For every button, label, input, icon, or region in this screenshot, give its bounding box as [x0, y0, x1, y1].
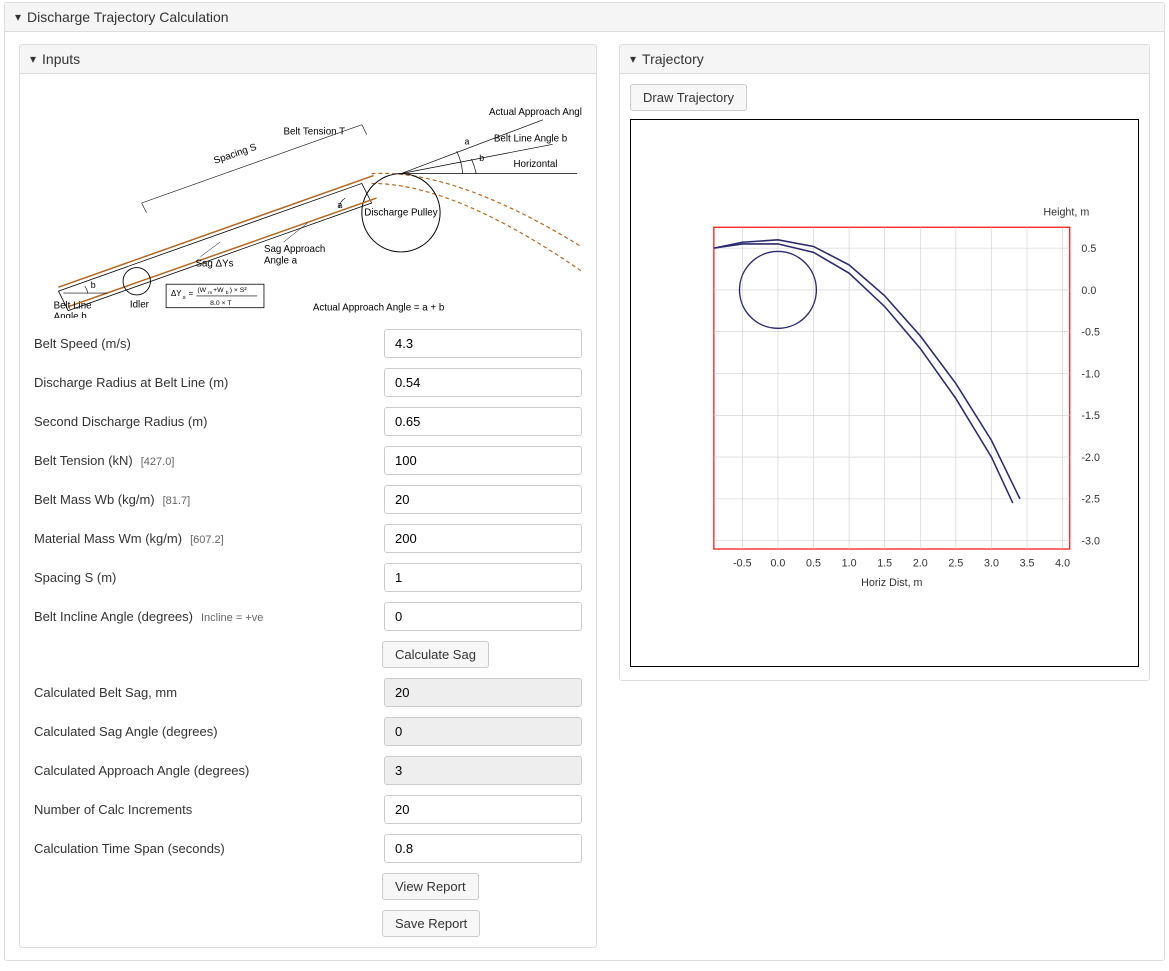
incline-angle-hint: Incline = +ve — [201, 612, 263, 624]
svg-text:(W: (W — [197, 287, 206, 294]
svg-text:Horiz Dist, m: Horiz Dist, m — [861, 577, 922, 589]
svg-text:0.0: 0.0 — [1081, 285, 1096, 297]
calc-sag-angle-output — [384, 717, 582, 746]
discharge-pulley-label: Discharge Pulley — [364, 208, 437, 219]
time-span-label: Calculation Time Span (seconds) — [34, 841, 225, 856]
svg-text:-1.5: -1.5 — [1081, 410, 1100, 422]
belt-tension-hint: [427.0] — [141, 456, 175, 468]
svg-text:2.5: 2.5 — [948, 558, 963, 570]
belt-tension-input[interactable] — [384, 446, 582, 475]
belt-mass-hint: [81.7] — [163, 495, 191, 507]
svg-text:Height, m: Height, m — [1043, 207, 1089, 219]
svg-text:ΔY: ΔY — [171, 289, 182, 298]
svg-text:4.0: 4.0 — [1055, 558, 1070, 570]
belt-mass-label: Belt Mass Wb (kg/m) — [34, 492, 155, 507]
belt-line-label2: Angle b — [54, 311, 88, 318]
svg-text:1.5: 1.5 — [877, 558, 892, 570]
page-title: Discharge Trajectory Calculation — [27, 9, 229, 25]
svg-text:m: m — [208, 291, 212, 296]
actual-approach-label: Actual Approach Angle — [489, 107, 582, 118]
calc-approach-label: Calculated Approach Angle (degrees) — [34, 763, 249, 778]
second-radius-label: Second Discharge Radius (m) — [34, 414, 207, 429]
svg-text:0.5: 0.5 — [1081, 243, 1096, 255]
angle-b2-label: b — [91, 280, 96, 290]
material-mass-input[interactable] — [384, 524, 582, 553]
diagram-caption: Actual Approach Angle = a + b — [313, 303, 445, 314]
horizontal-label: Horizontal — [514, 159, 558, 170]
material-mass-hint: [607.2] — [190, 534, 224, 546]
inputs-header[interactable]: ▾ Inputs — [20, 45, 596, 74]
svg-text:-1.0: -1.0 — [1081, 368, 1100, 380]
chevron-down-icon: ▾ — [630, 53, 636, 65]
belt-line-angle-label: Belt Line Angle b — [494, 133, 568, 144]
calc-sag-angle-label: Calculated Sag Angle (degrees) — [34, 724, 218, 739]
main-panel-header[interactable]: ▾ Discharge Trajectory Calculation — [5, 3, 1164, 32]
belt-tension-label: Belt Tension (kN) — [34, 453, 133, 468]
main-panel: ▾ Discharge Trajectory Calculation ▾ Inp… — [4, 2, 1165, 961]
calc-approach-output — [384, 756, 582, 785]
calc-belt-sag-output — [384, 678, 582, 707]
sag-approach-label2: Angle a — [264, 256, 298, 267]
second-radius-input[interactable] — [384, 407, 582, 436]
inputs-title: Inputs — [42, 51, 80, 67]
belt-line-label1: Belt Line — [54, 301, 92, 312]
main-columns: ▾ Inputs Discharge Pulley — [5, 32, 1164, 960]
time-span-input[interactable] — [384, 834, 582, 863]
svg-text:-3.0: -3.0 — [1081, 536, 1100, 548]
angle-b-label: b — [479, 153, 484, 163]
svg-text:+W: +W — [213, 287, 224, 294]
view-report-button[interactable]: View Report — [382, 873, 479, 900]
svg-text:1.0: 1.0 — [842, 558, 857, 570]
svg-text:s: s — [183, 295, 186, 301]
svg-text:=: = — [189, 289, 194, 298]
save-report-button[interactable]: Save Report — [382, 910, 480, 937]
schematic-diagram: Discharge Pulley a b Actual Approach A — [34, 84, 582, 329]
sag-approach-label1: Sag Approach — [264, 244, 325, 255]
belt-speed-label: Belt Speed (m/s) — [34, 336, 131, 351]
svg-text:8.0 × T: 8.0 × T — [210, 300, 232, 307]
trajectory-header[interactable]: ▾ Trajectory — [620, 45, 1149, 74]
trajectory-chart: -0.5 0.0 0.5 1.0 1.5 2.0 2.5 3.0 3.5 4.0 0.5 0.0 -0.… — [630, 119, 1139, 667]
svg-text:-0.5: -0.5 — [1081, 327, 1100, 339]
spacing-label: Spacing S — [212, 142, 258, 167]
calc-belt-sag-label: Calculated Belt Sag, mm — [34, 685, 177, 700]
trajectory-body: Draw Trajectory -0.5 0.0 0.5 1.0 1.5 2.0 2.5 3.… — [620, 74, 1149, 680]
belt-tension-label: Belt Tension T — [284, 127, 346, 138]
svg-text:-0.5: -0.5 — [733, 558, 752, 570]
spacing-label-field: Spacing S (m) — [34, 570, 116, 585]
num-increments-label: Number of Calc Increments — [34, 802, 192, 817]
calculate-sag-button[interactable]: Calculate Sag — [382, 641, 489, 668]
svg-text:3.5: 3.5 — [1020, 558, 1035, 570]
svg-text:3.0: 3.0 — [984, 558, 999, 570]
sag-dys-label: Sag ΔYs — [195, 259, 233, 270]
chevron-down-icon: ▾ — [30, 53, 36, 65]
trajectory-title: Trajectory — [642, 51, 704, 67]
belt-speed-input[interactable] — [384, 329, 582, 358]
svg-text:2.0: 2.0 — [913, 558, 928, 570]
trajectory-panel: ▾ Trajectory Draw Trajectory -0.5 0.0 0.5 1… — [619, 44, 1150, 681]
schematic-svg: Discharge Pulley a b Actual Approach A — [34, 88, 582, 318]
chevron-down-icon: ▾ — [15, 11, 21, 23]
svg-text:) × S²: ) × S² — [230, 287, 248, 294]
discharge-radius-input[interactable] — [384, 368, 582, 397]
belt-mass-input[interactable] — [384, 485, 582, 514]
material-mass-label: Material Mass Wm (kg/m) — [34, 531, 182, 546]
svg-text:b: b — [226, 290, 229, 296]
draw-trajectory-button[interactable]: Draw Trajectory — [630, 84, 747, 111]
spacing-input[interactable] — [384, 563, 582, 592]
num-increments-input[interactable] — [384, 795, 582, 824]
inputs-panel: ▾ Inputs Discharge Pulley — [19, 44, 597, 948]
angle-a-label: a — [465, 136, 470, 146]
incline-angle-label: Belt Incline Angle (degrees) — [34, 609, 193, 624]
inputs-body: Discharge Pulley a b Actual Approach A — [20, 74, 596, 947]
svg-text:0.0: 0.0 — [770, 558, 785, 570]
svg-text:0.5: 0.5 — [806, 558, 821, 570]
idler-label: Idler — [130, 300, 150, 311]
discharge-radius-label: Discharge Radius at Belt Line (m) — [34, 375, 228, 390]
incline-angle-input[interactable] — [384, 602, 582, 631]
svg-text:-2.5: -2.5 — [1081, 494, 1100, 506]
svg-text:-2.0: -2.0 — [1081, 452, 1100, 464]
